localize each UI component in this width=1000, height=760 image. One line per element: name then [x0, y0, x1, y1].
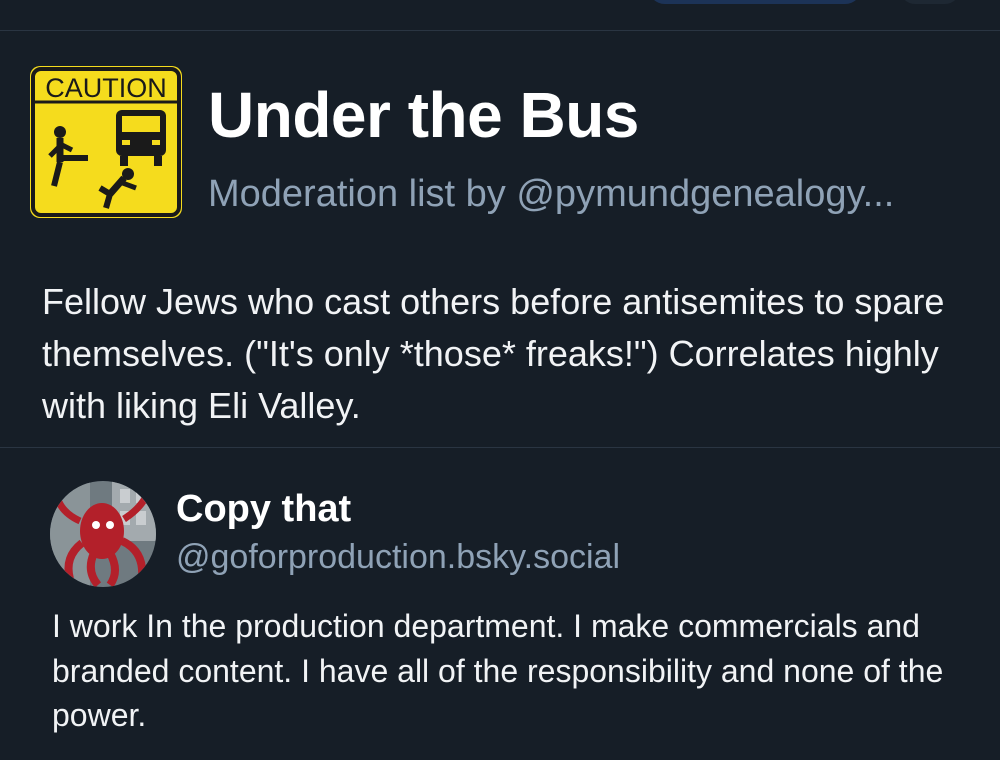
- octopus-avatar-icon: [50, 481, 156, 587]
- profile-bio: I work In the production department. I m…: [52, 608, 944, 733]
- caution-label: CAUTION: [45, 73, 167, 103]
- profile-name[interactable]: Copy that: [176, 486, 351, 532]
- top-options-button[interactable]: [900, 0, 960, 4]
- profile-handle[interactable]: @goforproduction.bsky.social: [176, 536, 620, 578]
- top-bar: [0, 0, 1000, 31]
- list-subtitle[interactable]: Moderation list by @pymundgenealogy...: [208, 170, 988, 218]
- list-header: CAUTION Under the Bus Moderation list by…: [30, 66, 990, 218]
- avatar[interactable]: [50, 481, 156, 587]
- list-avatar: CAUTION: [30, 66, 182, 218]
- list-description: Fellow Jews who cast others before antis…: [42, 281, 945, 426]
- list-title: Under the Bus: [208, 79, 639, 151]
- top-action-button[interactable]: [648, 0, 862, 4]
- caution-sign-icon: CAUTION: [30, 66, 182, 218]
- divider: [0, 447, 1000, 448]
